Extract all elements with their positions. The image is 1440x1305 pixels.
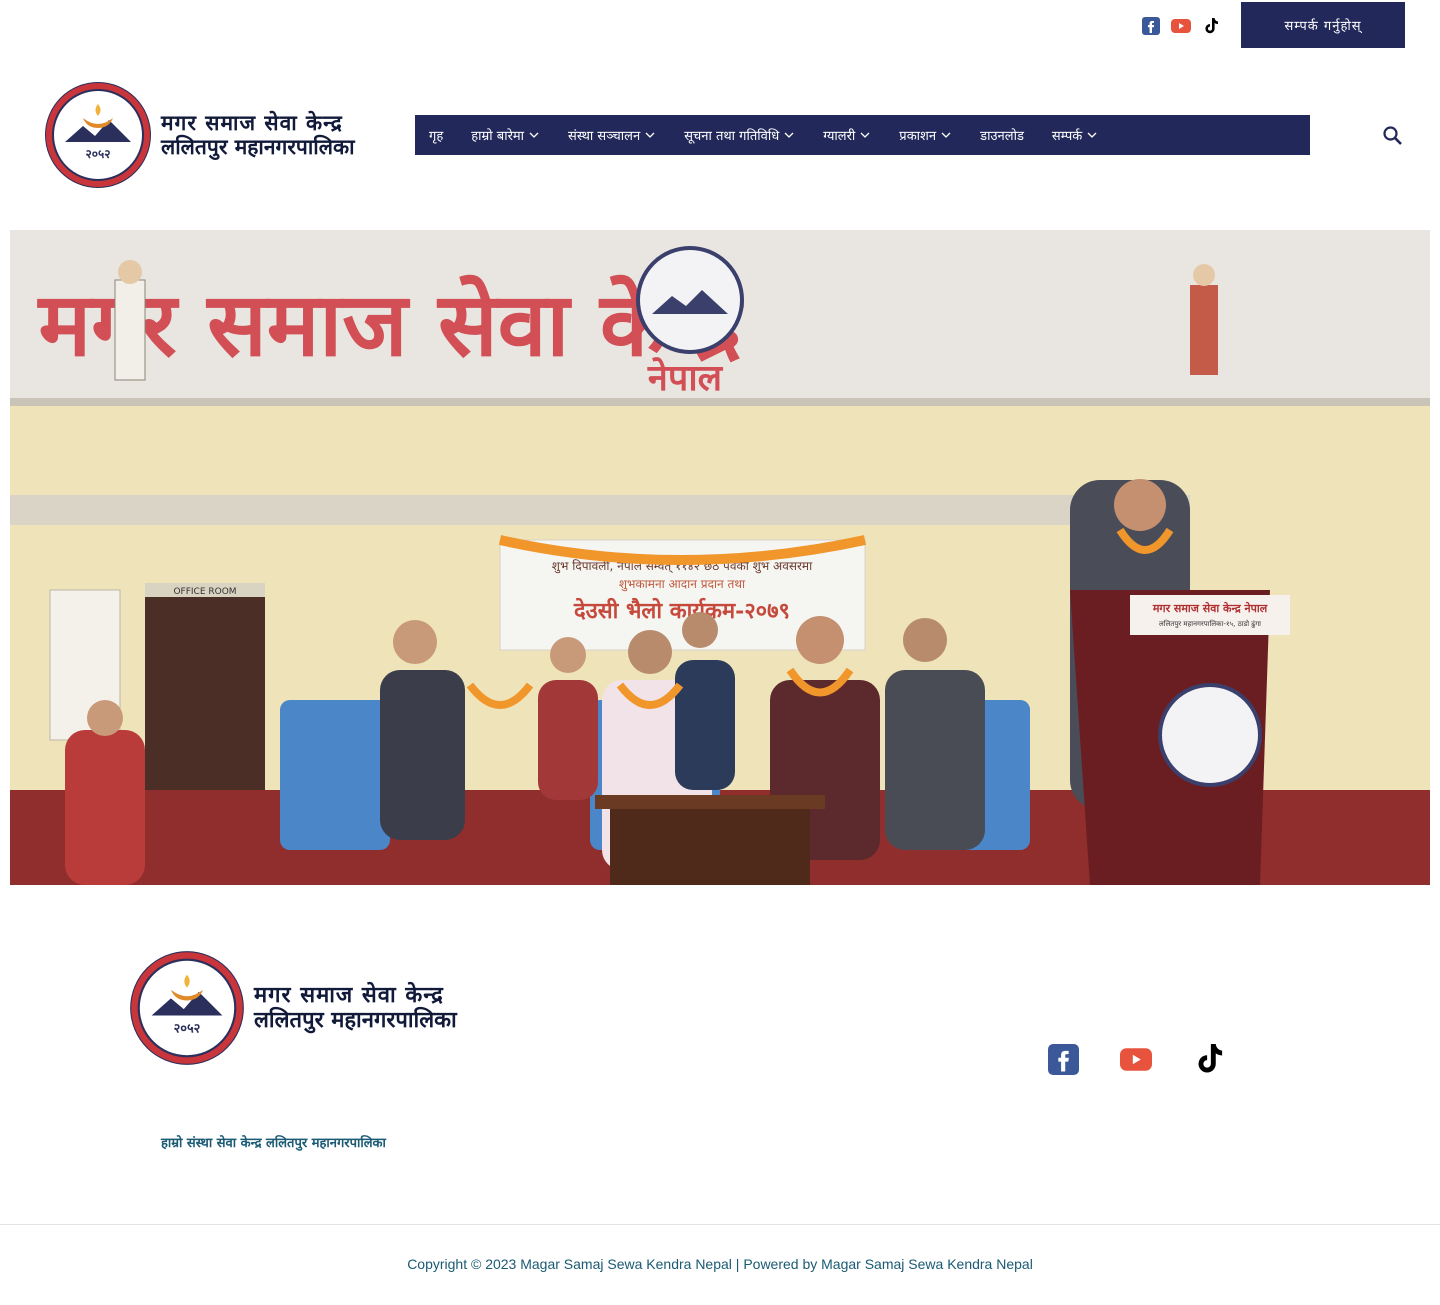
top-bar: सम्पर्क गर्नुहोस्	[0, 0, 1440, 52]
chevron-down-icon	[940, 129, 952, 141]
chevron-down-icon	[644, 129, 656, 141]
search-icon[interactable]	[1381, 124, 1405, 148]
youtube-icon[interactable]	[1171, 16, 1191, 36]
footer-logo-text: मगर समाज सेवा केन्द्र ललितपुर महानगरपालि…	[254, 981, 457, 1034]
hero-image: मगर समाज सेवा केन्द्र नेपाल शुभ दिपावली,…	[10, 230, 1430, 885]
footer-logo-line2: ललितपुर महानगरपालिका	[254, 1007, 457, 1033]
nav-item-home[interactable]: गृह	[429, 126, 443, 144]
facebook-icon[interactable]	[1141, 16, 1161, 36]
svg-text:२०५२: २०५२	[86, 147, 111, 161]
footer-divider	[0, 1224, 1440, 1225]
logo-line1: मगर समाज सेवा केन्द्र	[161, 109, 343, 135]
wall-seal	[636, 246, 744, 354]
nav-item-publication[interactable]: प्रकाशन	[899, 126, 952, 144]
seal-logo-icon: २०५२	[45, 82, 151, 188]
svg-text:नेपाल: नेपाल	[647, 357, 724, 399]
tiktok-icon[interactable]	[1201, 16, 1221, 36]
svg-text:मगर समाज सेवा केन्द्र नेपाल: मगर समाज सेवा केन्द्र नेपाल	[1152, 601, 1268, 615]
chevron-down-icon	[783, 129, 795, 141]
svg-text:२०५२: २०५२	[174, 1022, 201, 1037]
footer-tagline[interactable]: हाम्रो संस्था सेवा केन्द्र ललितपुर महानग…	[161, 1133, 386, 1151]
nav-item-download[interactable]: डाउनलोड	[980, 126, 1024, 144]
main-nav: गृह हाम्रो बारेमा संस्था सञ्चालन सूचना त…	[415, 115, 1310, 155]
copyright-text: Copyright © 2023 Magar Samaj Sewa Kendra…	[407, 1256, 1033, 1272]
footer-logo[interactable]: २०५२ मगर समाज सेवा केन्द्र ललितपुर महानग…	[128, 948, 488, 1068]
nav-item-about[interactable]: हाम्रो बारेमा	[471, 126, 540, 144]
facebook-icon[interactable]	[1047, 1042, 1079, 1076]
top-social-links	[1141, 16, 1221, 36]
footer-social-links	[1047, 1042, 1225, 1076]
svg-text:शुभकामना आदान प्रदान तथा: शुभकामना आदान प्रदान तथा	[619, 577, 746, 592]
tiktok-icon[interactable]	[1193, 1042, 1225, 1076]
svg-text:देउसी भैलो कार्यक्रम-२०७९: देउसी भैलो कार्यक्रम-२०७९	[573, 597, 790, 624]
chevron-down-icon	[528, 129, 540, 141]
chevron-down-icon	[1086, 129, 1098, 141]
svg-text:ललितपुर महानगरपालिका-१५, ठाडो: ललितपुर महानगरपालिका-१५, ठाडो ढुंगा	[1159, 619, 1261, 628]
nav-item-organization[interactable]: संस्था सञ्चालन	[568, 126, 656, 144]
event-photo: मगर समाज सेवा केन्द्र नेपाल शुभ दिपावली,…	[10, 230, 1430, 885]
logo-line2: ललितपुर महानगरपालिका	[161, 134, 355, 159]
logo-text: मगर समाज सेवा केन्द्र ललितपुर महानगरपालि…	[161, 109, 355, 159]
svg-text:OFFICE ROOM: OFFICE ROOM	[173, 587, 236, 597]
contact-button[interactable]: सम्पर्क गर्नुहोस्	[1241, 2, 1405, 48]
chevron-down-icon	[859, 129, 871, 141]
nav-item-contact[interactable]: सम्पर्क	[1052, 126, 1098, 144]
youtube-icon[interactable]	[1120, 1042, 1152, 1076]
footer-logo-line1: मगर समाज सेवा केन्द्र	[254, 981, 444, 1008]
nav-item-gallery[interactable]: ग्यालरी	[823, 126, 871, 144]
nav-item-news[interactable]: सूचना तथा गतिविधि	[684, 126, 795, 144]
site-logo[interactable]: २०५२ मगर समाज सेवा केन्द्र ललितपुर महानग…	[43, 80, 373, 190]
seal-logo-icon: २०५२	[130, 951, 244, 1065]
